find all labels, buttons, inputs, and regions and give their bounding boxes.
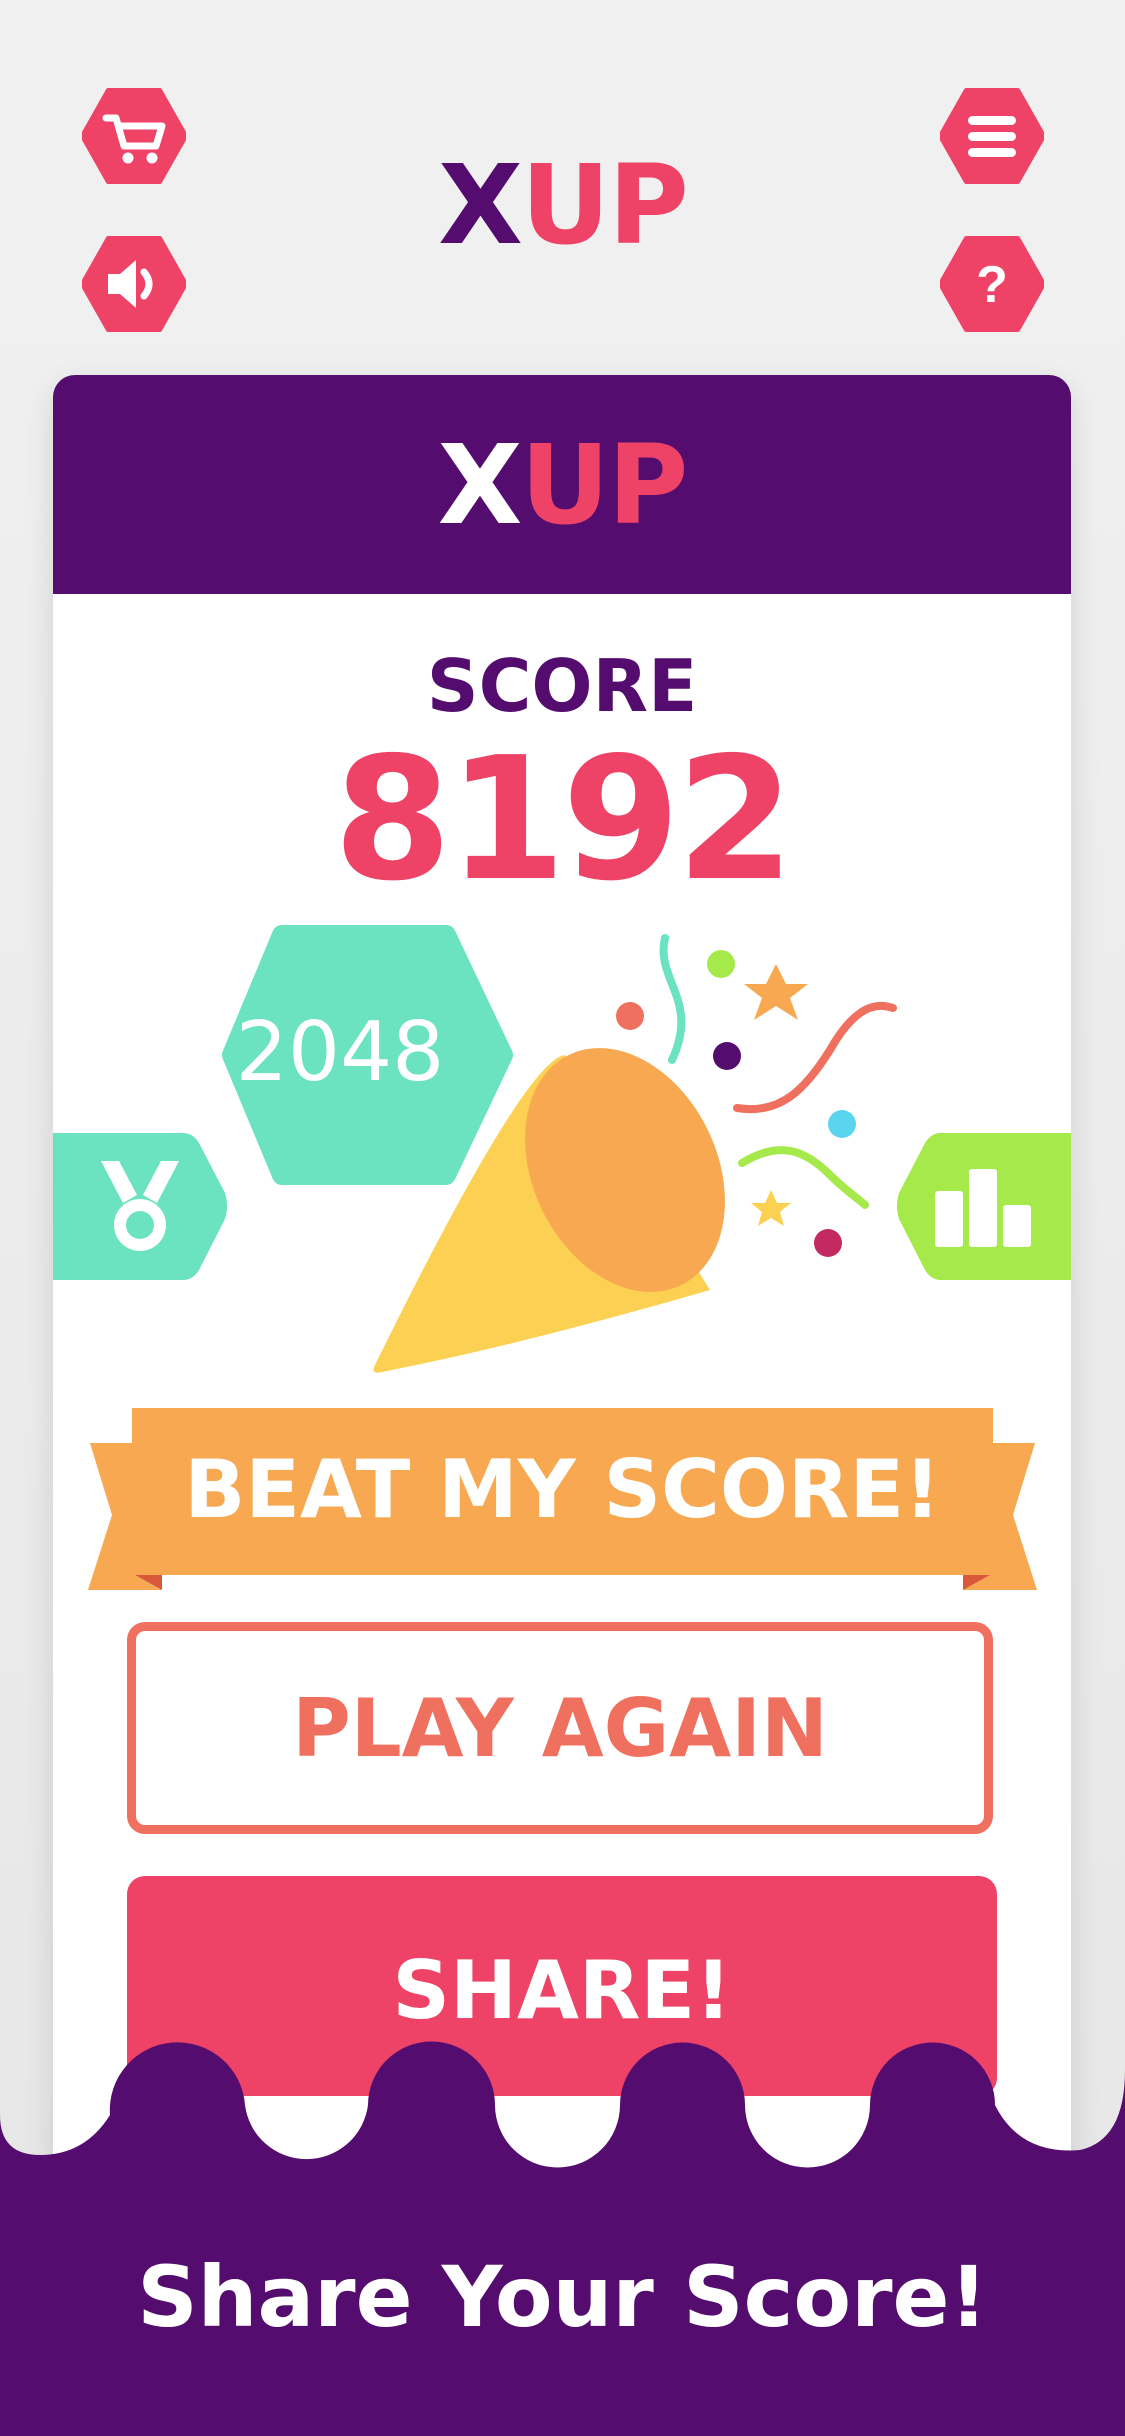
confetti-dot bbox=[713, 1042, 741, 1070]
confetti-streamer bbox=[738, 1146, 869, 1209]
card-logo-x: X bbox=[437, 421, 523, 549]
share-your-score-caption: Share Your Score! bbox=[137, 2248, 988, 2346]
card-logo: XUP bbox=[53, 430, 1071, 540]
svg-text:?: ? bbox=[976, 256, 1008, 314]
beat-my-score-text: BEAT MY SCORE! bbox=[184, 1443, 941, 1536]
achievements-button[interactable] bbox=[53, 1133, 229, 1280]
confetti-dot bbox=[707, 950, 735, 978]
tile-value: 2048 bbox=[235, 1005, 445, 1100]
play-again-button[interactable]: PLAY AGAIN bbox=[127, 1622, 993, 1834]
bottom-wave-banner bbox=[0, 2041, 1125, 2436]
app-logo: XUP bbox=[0, 150, 1125, 260]
score-label: SCORE bbox=[426, 644, 698, 728]
confetti-dot bbox=[828, 1110, 856, 1138]
confetti-dot bbox=[616, 1002, 644, 1030]
score-value: 8192 bbox=[333, 721, 794, 919]
leaderboard-badge bbox=[897, 1133, 1071, 1280]
confetti-streamer bbox=[733, 1001, 897, 1114]
play-again-label: PLAY AGAIN bbox=[292, 1681, 828, 1775]
leaderboard-button[interactable] bbox=[895, 1133, 1071, 1280]
star-icon bbox=[744, 964, 808, 1020]
achievements-badge bbox=[53, 1133, 227, 1280]
confetti-dot bbox=[814, 1229, 842, 1257]
confetti-streamer bbox=[659, 934, 686, 1064]
star-icon bbox=[751, 1190, 791, 1226]
card-logo-up: UP bbox=[520, 421, 688, 549]
logo-up: UP bbox=[520, 141, 689, 269]
share-label: SHARE! bbox=[392, 1944, 732, 2037]
logo-x: X bbox=[438, 141, 523, 269]
